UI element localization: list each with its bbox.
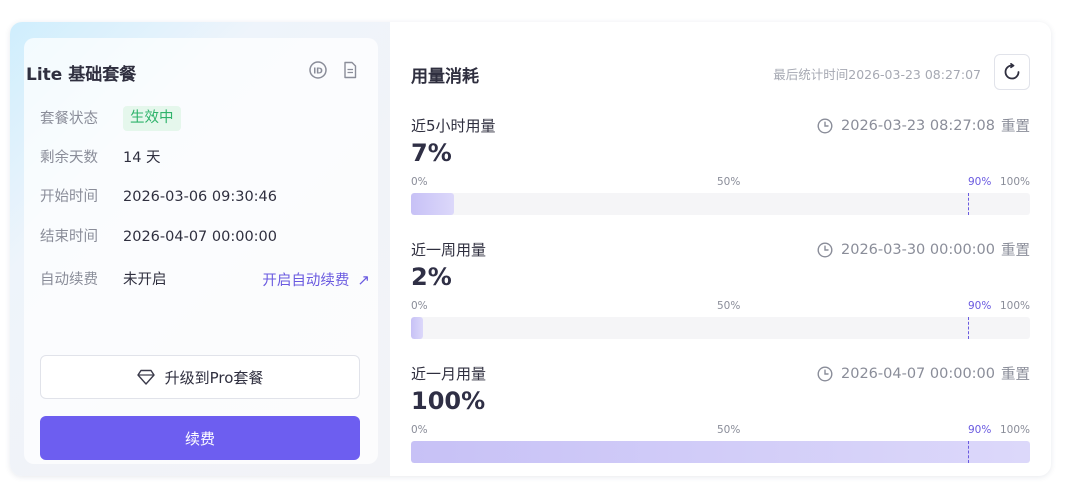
reset-label[interactable]: 重置 [1001, 363, 1030, 384]
usage-percent: 100% [411, 387, 486, 415]
progress-ticks: 0% 50% 90% 100% [411, 424, 1030, 438]
remaining-days-value: 14 天 [123, 150, 161, 166]
last-stat-time: 最后统计时间2026-03-23 08:27:07 [773, 67, 981, 82]
auto-renew-label: 自动续费 [40, 272, 98, 288]
refresh-button[interactable] [994, 54, 1030, 90]
tick-0: 0% [411, 424, 428, 436]
progress-ticks: 0% 50% 90% 100% [411, 176, 1030, 190]
tick-50: 50% [717, 424, 741, 436]
usage-progress-fill [411, 317, 424, 339]
id-icon[interactable]: ID [308, 60, 328, 80]
arrow-up-right-icon: ↗ [357, 271, 370, 289]
threshold-marker [968, 193, 969, 215]
plan-panel [10, 22, 390, 476]
usage-progress-fill [411, 441, 1030, 463]
usage-progress-fill [411, 193, 455, 215]
usage-section-name: 近5小时用量 [411, 117, 496, 135]
upgrade-pro-label: 升级到Pro套餐 [164, 368, 264, 387]
threshold-marker [968, 441, 969, 463]
usage-progress-bar [411, 441, 1030, 463]
end-time-row: 结束时间 2026-04-07 00:00:00 [40, 225, 370, 249]
plan-status-row: 套餐状态 生效中 [40, 106, 370, 131]
plan-status-label: 套餐状态 [40, 111, 98, 127]
status-badge: 生效中 [123, 106, 181, 131]
tick-90: 90% [968, 176, 992, 188]
reset-info: 2026-03-23 08:27:08 重置 [817, 115, 1030, 136]
reset-time: 2026-04-07 00:00:00 [841, 365, 995, 382]
remaining-days-row: 剩余天数 14 天 [40, 146, 370, 170]
tick-100: 100% [999, 300, 1030, 312]
enable-auto-renew-link[interactable]: 开启自动续费 ↗ [262, 268, 370, 293]
remaining-days-label: 剩余天数 [40, 150, 98, 166]
end-time-label: 结束时间 [40, 229, 98, 245]
reset-info: 2026-03-30 00:00:00 重置 [817, 239, 1030, 260]
usage-section-name: 近一周用量 [411, 241, 487, 259]
usage-percent: 7% [411, 139, 452, 167]
tick-50: 50% [717, 300, 741, 312]
renew-button[interactable]: 续费 [40, 416, 360, 460]
document-icon[interactable] [340, 60, 360, 80]
reset-time: 2026-03-23 08:27:08 [841, 117, 995, 134]
clock-icon [817, 117, 833, 134]
tick-100: 100% [999, 176, 1030, 188]
start-time-row: 开始时间 2026-03-06 09:30:46 [40, 185, 370, 209]
tick-90: 90% [968, 424, 992, 436]
usage-section-month: 近一月用量 2026-04-07 00:00:00 重置 100% 0% 50%… [411, 363, 1030, 473]
plan-panel-inner [24, 38, 378, 464]
tick-50: 50% [717, 176, 741, 188]
plan-card: Lite 基础套餐 ID 套餐状态 生效中 剩余天数 14 天 开始时间 202… [10, 22, 1051, 476]
usage-title: 用量消耗 [411, 67, 479, 87]
refresh-icon [1004, 63, 1020, 80]
usage-progress-bar [411, 317, 1030, 339]
diamond-icon [136, 369, 155, 385]
end-time-value: 2026-04-07 00:00:00 [123, 229, 277, 245]
threshold-marker [968, 317, 969, 339]
tick-0: 0% [411, 176, 428, 188]
reset-info: 2026-04-07 00:00:00 重置 [817, 363, 1030, 384]
tick-90: 90% [968, 300, 992, 312]
usage-section-5h: 近5小时用量 2026-03-23 08:27:08 重置 7% 0% 50% … [411, 115, 1030, 225]
reset-label[interactable]: 重置 [1001, 239, 1030, 260]
start-time-value: 2026-03-06 09:30:46 [123, 189, 277, 205]
reset-time: 2026-03-30 00:00:00 [841, 241, 995, 258]
upgrade-pro-button[interactable]: 升级到Pro套餐 [40, 355, 360, 399]
usage-section-name: 近一月用量 [411, 365, 487, 383]
svg-text:ID: ID [313, 67, 323, 76]
start-time-label: 开始时间 [40, 189, 98, 205]
plan-title: Lite 基础套餐 [26, 65, 137, 85]
enable-auto-renew-label: 开启自动续费 [262, 273, 350, 289]
tick-0: 0% [411, 300, 428, 312]
progress-ticks: 0% 50% 90% 100% [411, 300, 1030, 314]
clock-icon [817, 241, 833, 258]
usage-progress-bar [411, 193, 1030, 215]
auto-renew-row: 自动续费 未开启 开启自动续费 ↗ [40, 268, 370, 292]
auto-renew-value: 未开启 [123, 272, 167, 288]
tick-100: 100% [999, 424, 1030, 436]
usage-section-week: 近一周用量 2026-03-30 00:00:00 重置 2% 0% 50% 9… [411, 239, 1030, 349]
reset-label[interactable]: 重置 [1001, 115, 1030, 136]
clock-icon [817, 365, 833, 382]
usage-percent: 2% [411, 263, 452, 291]
